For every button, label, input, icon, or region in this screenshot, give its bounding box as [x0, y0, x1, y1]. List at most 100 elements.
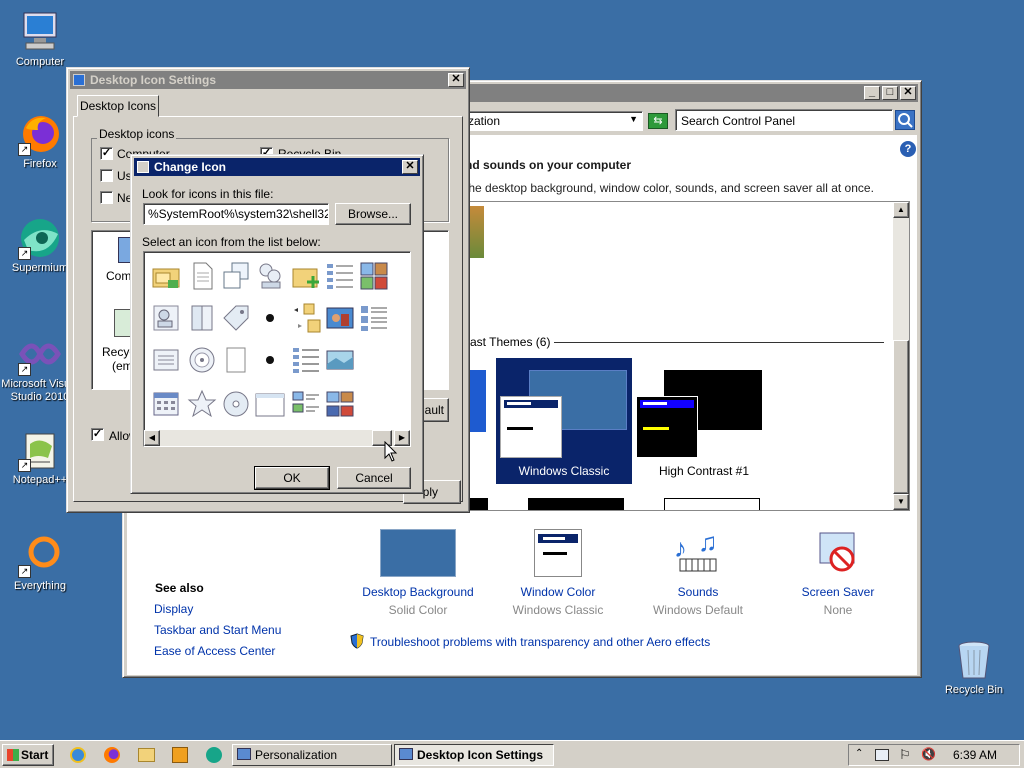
window-frame-icon[interactable]: [254, 388, 286, 420]
landscape-image-icon[interactable]: [324, 344, 356, 376]
star-icon[interactable]: [186, 388, 218, 420]
search-input[interactable]: Search Control Panel: [681, 114, 795, 128]
task-desktop-icon-settings[interactable]: Desktop Icon Settings: [394, 744, 554, 766]
document-icon[interactable]: [186, 260, 218, 292]
tab-desktop-icons[interactable]: Desktop Icons: [77, 95, 159, 117]
desktop-icon-everything[interactable]: ↗ Everything: [0, 534, 80, 593]
volume-muted-icon[interactable]: 🔇: [921, 747, 936, 761]
see-also-ease-of-access-link[interactable]: Ease of Access Center: [154, 644, 275, 658]
desktop-background-icon: [380, 529, 456, 577]
user-card-icon[interactable]: [150, 302, 182, 334]
scroll-thumb[interactable]: [893, 340, 909, 494]
browse-button[interactable]: Browse...: [335, 203, 411, 225]
allow-themes-checkbox[interactable]: ✓: [91, 428, 104, 441]
users-icon[interactable]: [254, 260, 286, 292]
desktop-icon-recycle-bin[interactable]: Recycle Bin: [934, 638, 1014, 697]
desktop-background-value: Solid Color: [388, 603, 448, 617]
address-text: zation: [468, 114, 501, 128]
clock[interactable]: 6:39 AM: [953, 748, 997, 762]
sounds-item[interactable]: ♪ ♫ Sounds Windows Default: [633, 527, 763, 617]
theme-windows-classic[interactable]: Windows Classic: [496, 358, 632, 484]
tiles-view-icon[interactable]: [290, 388, 322, 420]
mouse-cursor-icon: [384, 440, 398, 463]
help-button[interactable]: ?: [900, 141, 916, 157]
dot-icon[interactable]: [254, 344, 286, 376]
cd-icon[interactable]: [220, 388, 252, 420]
address-dropdown-icon[interactable]: ▼: [629, 114, 638, 124]
text-window-icon[interactable]: [150, 344, 182, 376]
list-view-icon[interactable]: [358, 302, 390, 334]
folder-shared-icon[interactable]: [150, 260, 182, 292]
start-button[interactable]: Start: [2, 744, 54, 766]
desktop-background-item[interactable]: Desktop Background Solid Color: [353, 529, 483, 617]
checkbox-computer[interactable]: ✓: [100, 147, 113, 160]
tray-expand-icon[interactable]: ⌃: [855, 748, 863, 759]
book-icon[interactable]: [186, 302, 218, 334]
task-personalization[interactable]: Personalization: [232, 744, 392, 766]
theme-partial-thumb: [528, 498, 624, 510]
folder-tree-icon[interactable]: [290, 302, 322, 334]
everything-search-icon: ↗: [18, 534, 62, 578]
thumbnails-view-icon[interactable]: [358, 260, 390, 292]
quicklaunch-ie-icon[interactable]: [70, 747, 86, 763]
detail-list-icon[interactable]: [290, 344, 322, 376]
cancel-button[interactable]: Cancel: [337, 467, 411, 489]
window-stack-icon[interactable]: [220, 260, 252, 292]
window-color-icon: [534, 529, 582, 577]
window-color-link[interactable]: Window Color: [493, 585, 623, 599]
theme-list[interactable]: rast Themes (6) Windows Classic High Con…: [465, 201, 910, 511]
see-also-display-link[interactable]: Display: [154, 602, 193, 616]
notepadpp-icon: ↗: [18, 428, 62, 472]
theme-list-scrollbar[interactable]: ▲ ▼: [893, 202, 909, 510]
close-button[interactable]: ✕: [900, 86, 916, 100]
quicklaunch-firefox-icon[interactable]: [104, 747, 120, 763]
icon-grid-scrollbar[interactable]: ◀ ▶: [144, 430, 410, 446]
change-icon-title-bar[interactable]: Change Icon ✕: [134, 158, 420, 176]
calendar-icon[interactable]: [150, 388, 182, 420]
details-view-icon[interactable]: [324, 260, 356, 292]
see-also-taskbar-link[interactable]: Taskbar and Start Menu: [154, 623, 281, 637]
dot-icon[interactable]: [254, 302, 286, 334]
photo-icon[interactable]: [324, 302, 356, 334]
small-thumbnails-icon[interactable]: [324, 388, 356, 420]
desktop-icon-computer[interactable]: Computer: [0, 10, 80, 69]
network-icon[interactable]: [875, 749, 889, 761]
tag-icon[interactable]: [220, 302, 252, 334]
maximize-button[interactable]: □: [882, 86, 898, 100]
theme-thumb-window: [500, 396, 562, 458]
shortcut-arrow-icon: ↗: [18, 459, 31, 472]
troubleshoot-link[interactable]: Troubleshoot problems with transparency …: [370, 635, 710, 649]
disc-drive-icon[interactable]: [186, 344, 218, 376]
icon-grid-list[interactable]: ◀ ▶: [143, 251, 411, 447]
quicklaunch-media-player-icon[interactable]: [172, 747, 188, 763]
checkbox-users-files[interactable]: [100, 169, 113, 182]
scroll-down-button[interactable]: ▼: [893, 494, 909, 510]
desktop-icon-settings-title-bar[interactable]: Desktop Icon Settings ✕: [70, 71, 466, 89]
ok-button[interactable]: OK: [254, 466, 330, 490]
address-bar[interactable]: zation ▼: [463, 111, 643, 131]
quicklaunch-supermium-icon[interactable]: [206, 747, 222, 763]
svg-text:♫: ♫: [698, 529, 718, 557]
blank-page-icon[interactable]: [220, 344, 252, 376]
desktop-background-link[interactable]: Desktop Background: [353, 585, 483, 599]
screen-saver-link[interactable]: Screen Saver: [773, 585, 903, 599]
minimize-button[interactable]: _: [864, 86, 880, 100]
close-button[interactable]: ✕: [402, 160, 418, 174]
scroll-left-button[interactable]: ◀: [144, 430, 160, 446]
file-path-input[interactable]: %SystemRoot%\system32\shell32.d: [143, 203, 329, 225]
checkbox-network[interactable]: [100, 191, 113, 204]
sounds-link[interactable]: Sounds: [633, 585, 763, 599]
scroll-up-button[interactable]: ▲: [893, 202, 909, 218]
window-color-item[interactable]: Window Color Windows Classic: [493, 529, 623, 617]
close-button[interactable]: ✕: [448, 73, 464, 87]
firefox-icon: ↗: [18, 112, 62, 156]
folder-add-icon[interactable]: [290, 260, 322, 292]
flag-icon[interactable]: ⚐: [899, 747, 911, 763]
screen-saver-item[interactable]: Screen Saver None: [773, 529, 903, 617]
search-button[interactable]: [895, 110, 915, 130]
theme-high-contrast-1[interactable]: High Contrast #1: [636, 358, 772, 484]
window-color-value: Windows Classic: [512, 603, 604, 617]
quicklaunch-explorer-icon[interactable]: [138, 748, 155, 762]
refresh-button[interactable]: ⇆: [648, 113, 668, 129]
sounds-icon: ♪ ♫: [670, 527, 726, 577]
